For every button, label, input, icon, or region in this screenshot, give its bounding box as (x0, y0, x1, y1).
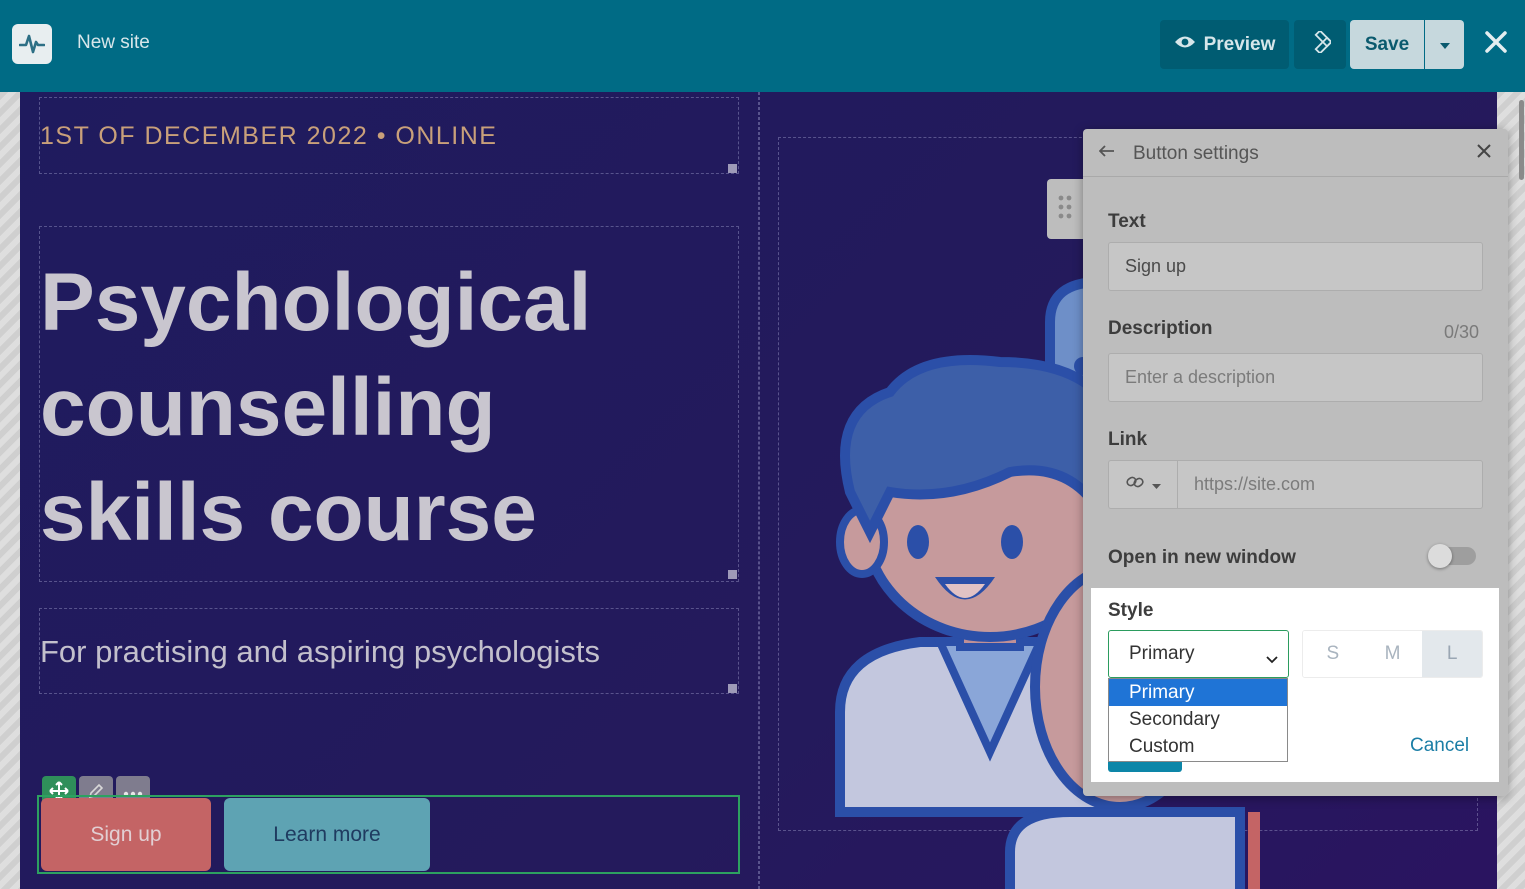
text-field[interactable]: Sign up (1108, 242, 1483, 291)
design-tools-button[interactable] (1294, 20, 1346, 69)
save-options-button[interactable] (1425, 20, 1464, 69)
signup-button[interactable]: Sign up (41, 798, 211, 871)
eye-icon (1174, 34, 1196, 56)
new-window-label: Open in new window (1108, 547, 1296, 568)
link-icon (1125, 475, 1144, 494)
panel-header: Button settings (1083, 129, 1508, 177)
style-dropdown-list: Primary Secondary Custom (1108, 678, 1288, 762)
close-icon (1485, 30, 1507, 58)
size-option-l[interactable]: L (1422, 631, 1482, 677)
style-option-primary[interactable]: Primary (1109, 679, 1287, 706)
resize-handle[interactable] (728, 684, 737, 693)
back-button[interactable] (1097, 141, 1117, 165)
save-button[interactable]: Save (1350, 20, 1424, 69)
new-window-toggle[interactable] (1428, 544, 1476, 568)
title-line: counselling (40, 362, 496, 453)
close-icon (1477, 143, 1491, 163)
app-logo-icon[interactable] (12, 24, 52, 64)
description-field[interactable]: Enter a description (1108, 353, 1483, 402)
title-line: Psychological (40, 257, 592, 348)
page-title[interactable]: Psychological counselling skills course (40, 250, 730, 565)
style-select-value: Primary (1129, 643, 1195, 664)
learn-more-button[interactable]: Learn more (224, 798, 430, 871)
top-bar: New site Preview Save (0, 0, 1525, 92)
preview-button[interactable]: Preview (1160, 20, 1289, 69)
site-name[interactable]: New site (77, 32, 150, 54)
apply-button[interactable] (1108, 762, 1182, 772)
close-editor-button[interactable] (1478, 26, 1514, 62)
link-type-selector[interactable] (1108, 460, 1178, 509)
text-field-label: Text (1108, 211, 1146, 232)
cancel-button[interactable]: Cancel (1410, 735, 1469, 757)
scrollbar[interactable] (1519, 100, 1524, 180)
link-field-label: Link (1108, 429, 1148, 450)
size-option-s[interactable]: S (1303, 631, 1363, 677)
page-subtitle[interactable]: For practising and aspiring psychologist… (40, 634, 600, 670)
resize-handle[interactable] (728, 570, 737, 579)
title-line: skills course (40, 467, 537, 558)
description-counter: 0/30 (1444, 322, 1480, 342)
style-select[interactable]: Primary (1108, 630, 1289, 678)
chevron-down-icon (1439, 36, 1450, 54)
column-divider (758, 92, 760, 889)
style-option-secondary[interactable]: Secondary (1109, 706, 1287, 733)
toggle-knob (1428, 544, 1452, 568)
description-field-label: Description (1108, 318, 1213, 339)
drag-handle-icon (1058, 195, 1072, 224)
preview-label: Preview (1203, 33, 1276, 55)
arrow-left-icon (1098, 144, 1115, 162)
canvas-margin-left (0, 92, 20, 889)
size-selector: S M L (1302, 630, 1483, 678)
design-tools-icon (1309, 29, 1333, 58)
event-date[interactable]: 1ST OF DECEMBER 2022 • ONLINE (40, 122, 497, 151)
style-label: Style (1108, 600, 1154, 621)
panel-drag-handle[interactable] (1047, 179, 1083, 239)
size-option-m[interactable]: M (1362, 631, 1423, 677)
resize-handle[interactable] (728, 164, 737, 173)
panel-title: Button settings (1133, 143, 1259, 164)
panel-close-button[interactable] (1473, 142, 1495, 164)
link-url-field[interactable]: https://site.com (1177, 460, 1483, 509)
style-option-custom[interactable]: Custom (1109, 733, 1287, 760)
chevron-down-icon (1266, 648, 1278, 670)
chevron-down-icon (1151, 476, 1161, 494)
